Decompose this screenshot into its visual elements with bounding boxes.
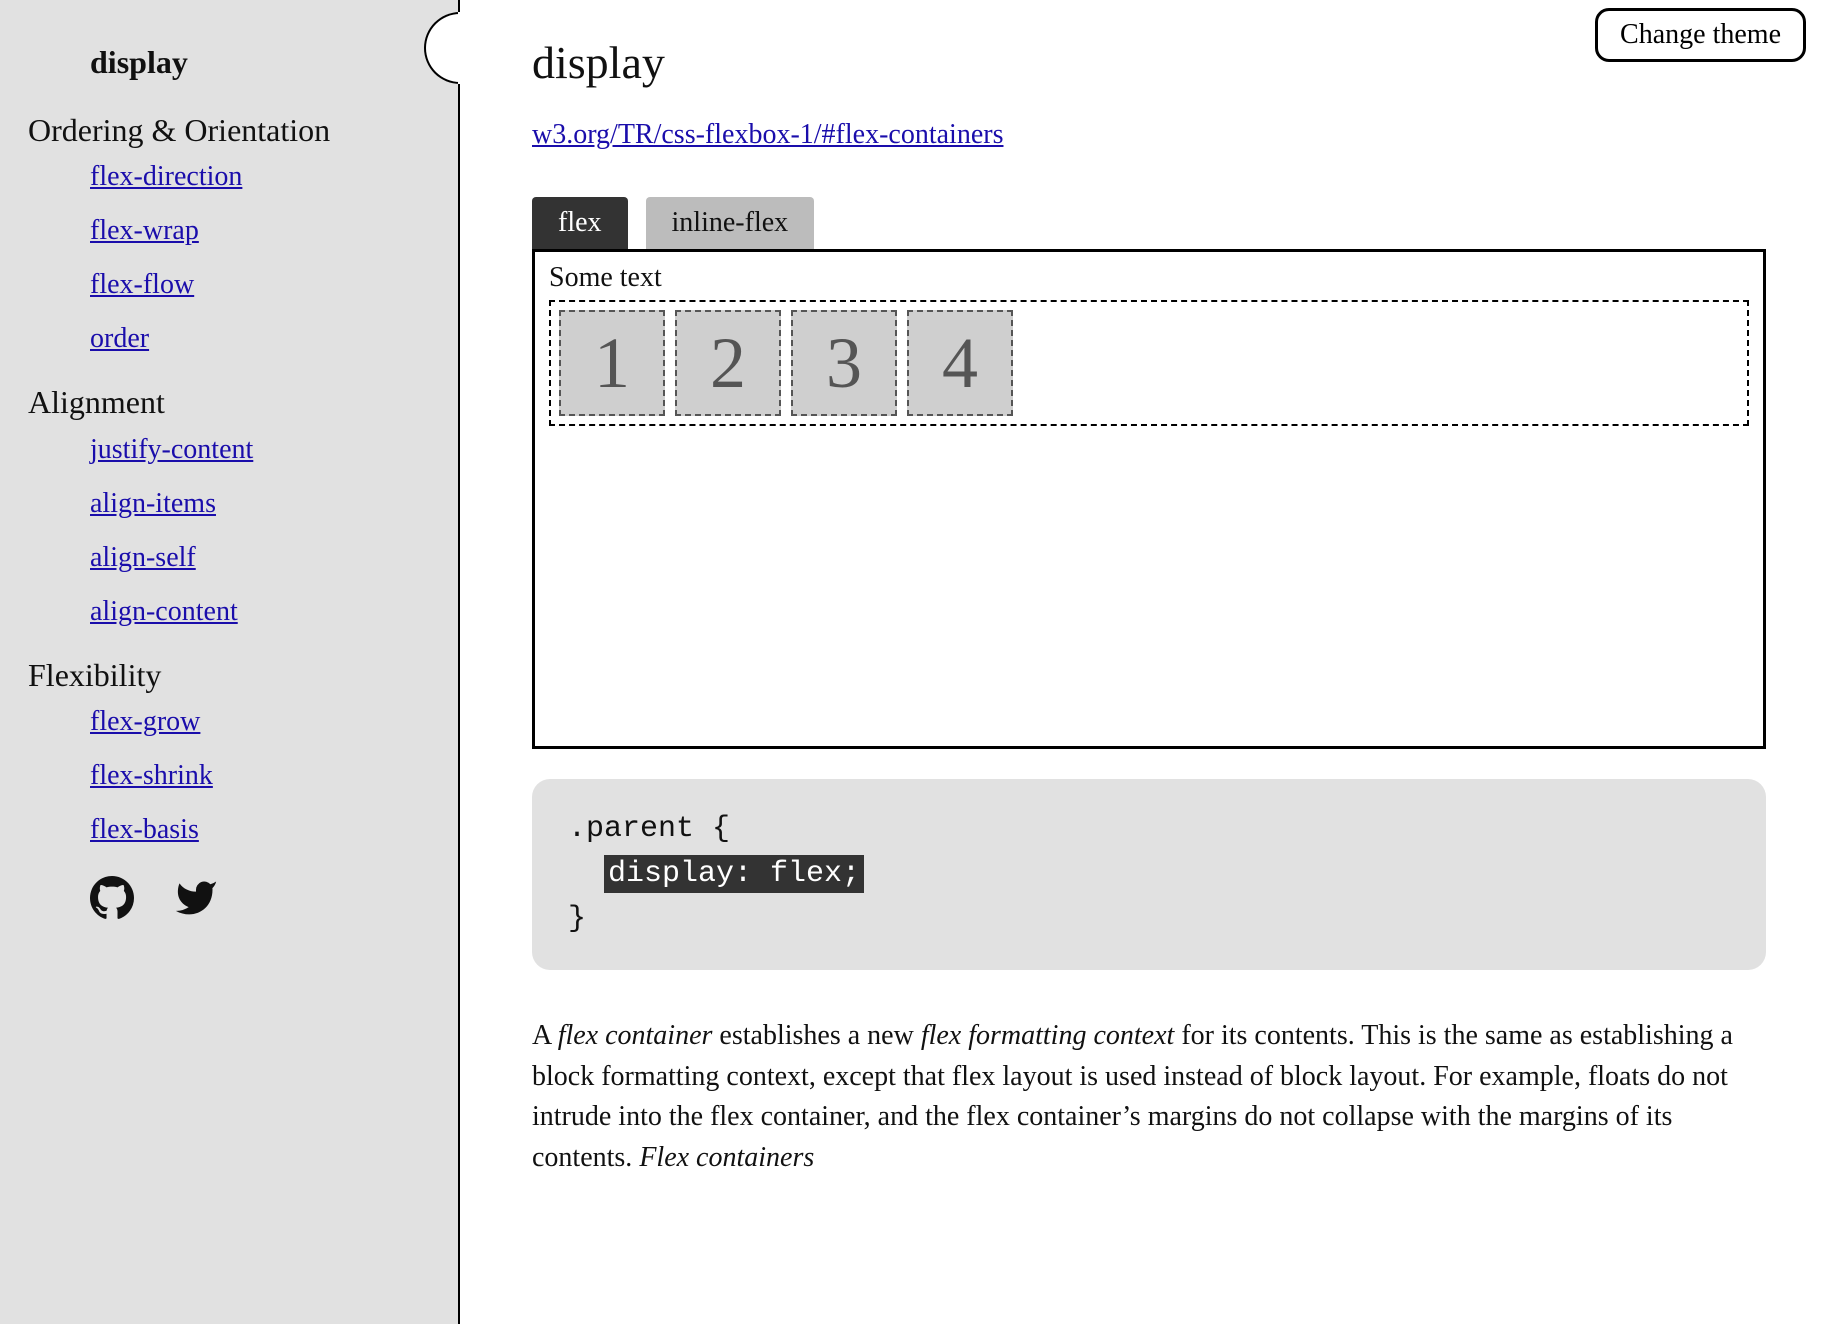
social-links [28,876,430,925]
emphasis: flex formatting context [921,1020,1175,1051]
emphasis: Flex containers [639,1142,814,1173]
tab-flex[interactable]: flex [532,197,628,249]
sidebar: display Ordering & Orientation flex-dire… [0,0,460,1324]
demo-area: Some text 1 2 3 4 [532,249,1766,749]
sidebar-link[interactable]: align-items [90,488,216,519]
sidebar-link[interactable]: flex-grow [90,706,200,737]
page-title: display [532,36,1766,89]
demo-flex-child: 3 [791,310,897,416]
sidebar-item-flex-basis[interactable]: flex-basis [90,814,430,846]
sidebar-link[interactable]: flex-flow [90,269,194,300]
tab-inline-flex[interactable]: inline-flex [646,197,815,249]
sidebar-link[interactable]: align-content [90,596,238,627]
sidebar-link[interactable]: justify-content [90,434,253,465]
sidebar-item-align-self[interactable]: align-self [90,542,430,574]
github-icon [90,876,134,920]
sidebar-section-heading: Ordering & Orientation [28,111,430,149]
sidebar-link[interactable]: flex-wrap [90,215,199,246]
sidebar-link[interactable]: flex-basis [90,814,199,845]
sidebar-item-flex-shrink[interactable]: flex-shrink [90,760,430,792]
github-link[interactable] [90,876,134,925]
sidebar-item-flex-grow[interactable]: flex-grow [90,706,430,738]
value-tabs: flex inline-flex [532,197,1766,249]
sidebar-item-flex-direction[interactable]: flex-direction [90,161,430,193]
twitter-icon [174,876,218,920]
sidebar-link[interactable]: order [90,323,149,354]
demo-flex-child: 2 [675,310,781,416]
emphasis: flex container [558,1020,713,1051]
sidebar-item-flex-flow[interactable]: flex-flow [90,269,430,301]
sidebar-section-heading: Flexibility [28,656,430,694]
main-content: Change theme display w3.org/TR/css-flexb… [460,0,1838,1324]
sidebar-item-order[interactable]: order [90,323,430,355]
sidebar-link[interactable]: flex-shrink [90,760,213,791]
sidebar-link[interactable]: align-self [90,542,196,573]
sidebar-section-heading: Alignment [28,383,430,421]
demo-label: Some text [549,262,1749,294]
sidebar-item-align-content[interactable]: align-content [90,596,430,628]
sidebar-item-flex-wrap[interactable]: flex-wrap [90,215,430,247]
sidebar-current-item[interactable]: display [90,44,430,81]
code-block: .parent { display: flex; } [532,779,1766,970]
demo-flex-child: 4 [907,310,1013,416]
change-theme-button[interactable]: Change theme [1595,8,1806,62]
sidebar-section-list: flex-grow flex-shrink flex-basis [28,706,430,846]
text: A [532,1020,558,1051]
sidebar-item-justify-content[interactable]: justify-content [90,434,430,466]
demo-flex-parent: 1 2 3 4 [549,300,1749,426]
code-highlight: display: flex; [604,855,864,893]
sidebar-section-list: flex-direction flex-wrap flex-flow order [28,161,430,355]
text: establishes a new [712,1020,920,1051]
demo-flex-child: 1 [559,310,665,416]
sidebar-section-list: justify-content align-items align-self a… [28,434,430,628]
twitter-link[interactable] [174,876,218,925]
code-line: } [568,902,586,936]
explanation-paragraph: A flex container establishes a new flex … [532,1016,1766,1178]
sidebar-link[interactable]: flex-direction [90,161,242,192]
sidebar-item-align-items[interactable]: align-items [90,488,430,520]
code-line: .parent { [568,812,730,846]
spec-link[interactable]: w3.org/TR/css-flexbox-1/#flex-containers [532,119,1003,151]
